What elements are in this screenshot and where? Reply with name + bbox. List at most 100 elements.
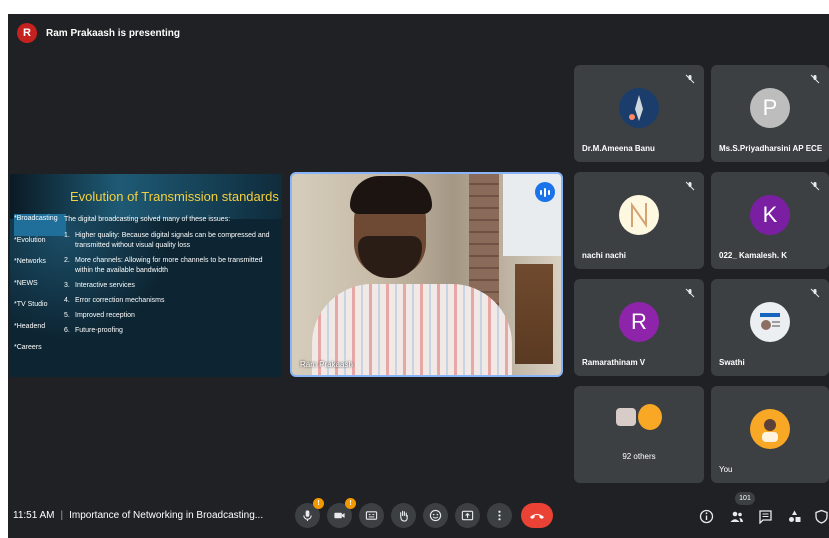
slide-point: 4. Error correction mechanisms [64, 296, 279, 306]
control-bar: 11:51 AM | Importance of Networking in Bro… [8, 492, 829, 538]
slide-sidebar-item: *Headend [14, 322, 46, 330]
mic-warning-badge: ! [313, 498, 324, 509]
slide-point-number: 6. [64, 327, 70, 334]
participant-name: 022_ Kamalesh. K [719, 251, 788, 260]
slide-point-number: 3. [64, 282, 70, 289]
slide-sidebar: *Broadcasting *Evolution *Networks *NEWS… [14, 214, 66, 365]
meeting-title: Importance of Networking in Broadcasting… [69, 510, 264, 521]
video-shelf [515, 264, 553, 364]
meet-window: R Ram Prakaash is presenting Evolution o… [8, 14, 829, 538]
chat-button[interactable] [757, 508, 773, 524]
emoji-icon [429, 509, 442, 522]
slide-point-number: 4. [64, 297, 70, 304]
mic-off-icon [810, 288, 820, 298]
camera-warning-badge: ! [345, 498, 356, 509]
presenter-hair [350, 176, 432, 214]
self-tile[interactable]: You [711, 386, 829, 483]
participant-photo [619, 87, 659, 128]
slide-point-text: Future-proofing [75, 327, 123, 334]
slide-sidebar-item: *Networks [14, 258, 46, 265]
participant-avatar: P [750, 87, 790, 128]
slide-point-number: 2. [64, 257, 70, 264]
participant-name: nachi nachi [582, 251, 627, 260]
presenter-video-tile[interactable]: Ram Prakaash [290, 172, 563, 377]
host-controls-icon [814, 509, 828, 524]
participant-name: Ms.S.Priyadharsini AP ECE [719, 144, 823, 153]
mic-off-icon [810, 181, 820, 191]
slide-title: Evolution of Transmission standards [70, 189, 279, 204]
slide-point-text: More channels: Allowing for more channel… [75, 257, 263, 274]
slide-body: The digital broadcasting solved many of … [64, 215, 279, 341]
mic-off-icon [685, 74, 695, 84]
slide-point: 1. Higher quality: Because digital signal… [64, 231, 279, 251]
participant-name: Swathi [719, 358, 745, 367]
slide-point: 2. More channels: Allowing for more chann… [64, 256, 279, 276]
participant-tile[interactable]: Swathi [711, 279, 829, 376]
participant-photo [750, 301, 790, 342]
presenter-avatar: R [17, 23, 37, 43]
activities-button[interactable] [786, 508, 802, 524]
raise-hand-icon [400, 510, 408, 522]
others-tile[interactable]: 92 others [574, 386, 704, 483]
people-icon [730, 511, 743, 522]
raise-hand-button[interactable] [391, 503, 416, 528]
slide-point-text: Interactive services [75, 282, 135, 289]
meeting-info-button[interactable] [698, 508, 714, 524]
chat-icon [758, 509, 772, 524]
slide-point-text: Improved reception [75, 312, 135, 319]
presenter-name: Ram Prakaash [300, 360, 353, 369]
participant-count-badge: 101 [735, 492, 755, 505]
activities-icon [788, 510, 800, 522]
participant-tile[interactable]: nachi nachi [574, 172, 704, 269]
slide-point-text: Higher quality: Because digital signals … [75, 232, 270, 249]
participant-tile[interactable]: Dr.M.Ameena Banu [574, 65, 704, 162]
present-icon [461, 510, 474, 521]
present-button[interactable] [455, 503, 480, 528]
mic-off-icon [303, 510, 312, 522]
slide-point: 3. Interactive services [64, 281, 279, 291]
camera-button[interactable]: ! [327, 498, 356, 528]
others-avatars [616, 404, 662, 430]
participant-avatar: K [750, 194, 790, 235]
host-controls-button[interactable] [813, 508, 829, 524]
slide-sidebar-item: *Broadcasting [14, 214, 66, 236]
end-call-icon [530, 513, 544, 519]
slide-point-number: 5. [64, 312, 70, 319]
camera-off-icon [334, 512, 345, 519]
participant-tile[interactable]: P Ms.S.Priyadharsini AP ECE [711, 65, 829, 162]
participant-avatar: R [619, 301, 659, 342]
emoji-button[interactable] [423, 503, 448, 528]
participant-name: You [719, 465, 733, 474]
speaking-indicator-icon [535, 182, 555, 202]
people-button[interactable] [728, 508, 744, 524]
presenting-text: Ram Prakaash is presenting [46, 27, 180, 39]
more-options-icon [498, 510, 501, 521]
participant-tile[interactable]: K 022_ Kamalesh. K [711, 172, 829, 269]
presenting-banner: R Ram Prakaash is presenting [8, 14, 829, 52]
captions-icon [365, 511, 378, 520]
slide-lead: The digital broadcasting solved many of … [64, 216, 231, 223]
captions-button[interactable] [359, 503, 384, 528]
slide-sidebar-item: *Careers [14, 344, 42, 351]
mic-button[interactable]: ! [295, 498, 324, 528]
info-icon [699, 509, 713, 523]
others-count: 92 others [622, 452, 656, 461]
end-call-button[interactable] [521, 503, 553, 528]
participant-photo [619, 194, 659, 235]
participant-tile[interactable]: R Ramarathinam V [574, 279, 704, 376]
meeting-details: 11:51 AM | Importance of Networking in Bro… [13, 510, 264, 521]
slide-point-number: 1. [64, 232, 70, 239]
slide-sidebar-item: *NEWS [14, 279, 38, 287]
slide-point-text: Error correction mechanisms [75, 297, 165, 304]
mic-off-icon [685, 288, 695, 298]
mic-off-icon [685, 181, 695, 191]
mic-off-icon [810, 74, 820, 84]
slide-point: 5. Improved reception [64, 311, 279, 321]
clock: 11:51 AM [13, 510, 55, 521]
slide-sidebar-item: *TV Studio [14, 301, 48, 308]
participant-photo [750, 408, 790, 449]
participant-name: Dr.M.Ameena Banu [582, 144, 655, 153]
more-options-button[interactable] [487, 503, 512, 528]
slide-point: 6. Future-proofing [64, 326, 279, 336]
shared-screen[interactable]: Evolution of Transmission standards *Bro… [10, 174, 282, 377]
